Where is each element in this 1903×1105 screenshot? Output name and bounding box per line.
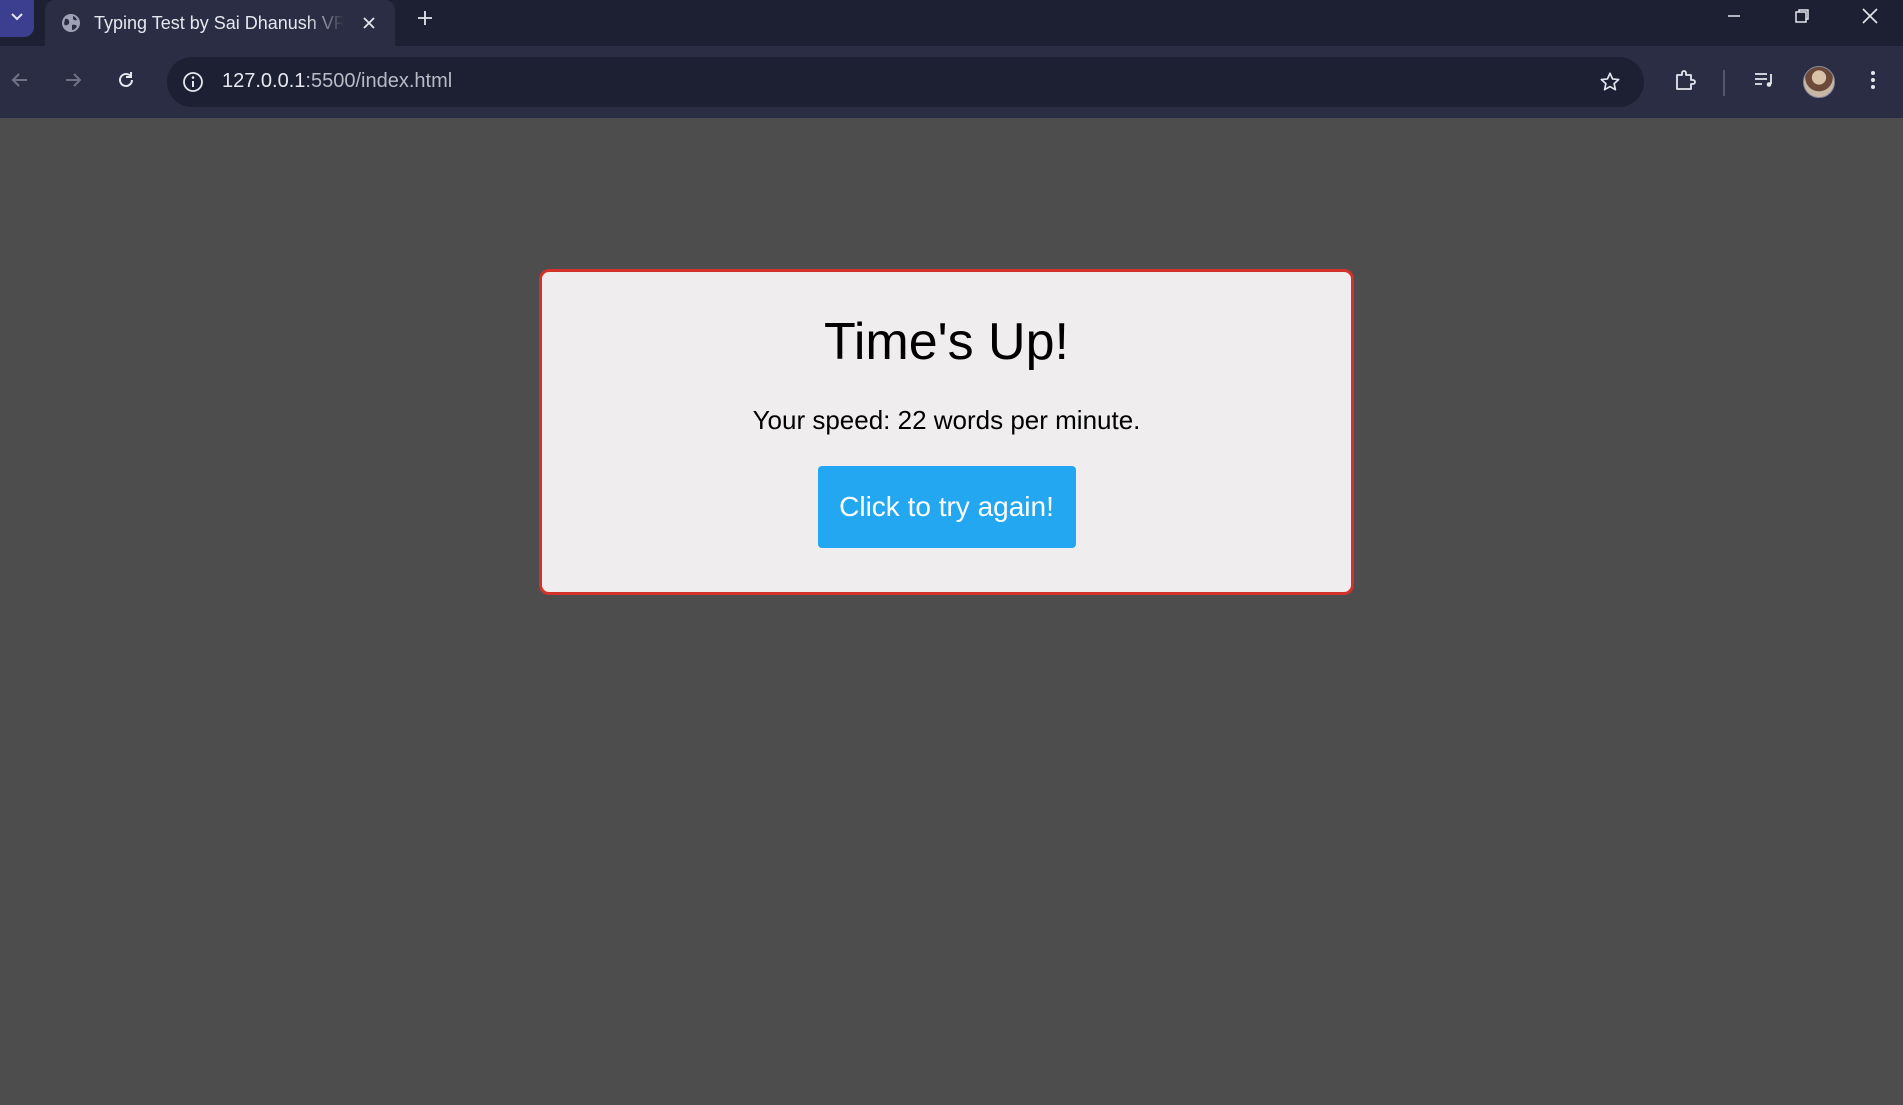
new-tab-button[interactable] — [410, 5, 440, 35]
minimize-icon — [1726, 8, 1742, 29]
restore-button[interactable] — [1769, 0, 1835, 36]
media-controls-button[interactable] — [1746, 64, 1782, 100]
try-again-button[interactable]: Click to try again! — [817, 466, 1076, 548]
reload-button[interactable] — [108, 64, 144, 100]
close-window-button[interactable] — [1837, 0, 1903, 36]
profile-avatar[interactable] — [1803, 66, 1835, 98]
url-host: 127.0.0.1 — [222, 70, 306, 92]
globe-icon — [60, 12, 82, 34]
forward-button[interactable] — [55, 64, 91, 100]
result-card: Time's Up! Your speed: 22 words per minu… — [539, 269, 1354, 595]
reload-icon — [116, 70, 136, 95]
page-title: Time's Up! — [824, 313, 1069, 371]
close-icon[interactable] — [357, 11, 381, 35]
tab-strip: Typing Test by Sai Dhanush VR — [0, 0, 1903, 46]
address-bar[interactable]: 127.0.0.1:5500/index.html — [167, 57, 1644, 107]
chevron-down-icon — [9, 8, 25, 29]
back-button[interactable] — [2, 64, 38, 100]
url-path: :5500/index.html — [305, 70, 453, 92]
tab-search-button[interactable] — [0, 0, 34, 37]
restore-icon — [1794, 8, 1810, 29]
browser-tab[interactable]: Typing Test by Sai Dhanush VR — [45, 0, 395, 46]
url-text[interactable]: 127.0.0.1:5500/index.html — [222, 70, 452, 93]
browser-toolbar: 127.0.0.1:5500/index.html — [0, 46, 1903, 118]
media-controls-icon — [1752, 68, 1776, 97]
browser-menu-button[interactable] — [1855, 64, 1891, 100]
plus-icon — [416, 9, 434, 32]
kebab-menu-icon — [1869, 68, 1877, 97]
arrow-left-icon — [10, 70, 30, 95]
minimize-button[interactable] — [1701, 0, 1767, 36]
extensions-button[interactable] — [1667, 64, 1703, 100]
info-icon[interactable] — [179, 68, 207, 96]
close-icon — [1861, 7, 1879, 30]
star-icon[interactable] — [1596, 68, 1624, 96]
tab-title: Typing Test by Sai Dhanush VR — [94, 12, 344, 33]
arrow-right-icon — [63, 70, 83, 95]
speed-result: Your speed: 22 words per minute. — [752, 405, 1141, 435]
page-viewport: Time's Up! Your speed: 22 words per minu… — [0, 118, 1903, 1105]
puzzle-icon — [1673, 68, 1697, 97]
toolbar-divider — [1723, 70, 1725, 96]
